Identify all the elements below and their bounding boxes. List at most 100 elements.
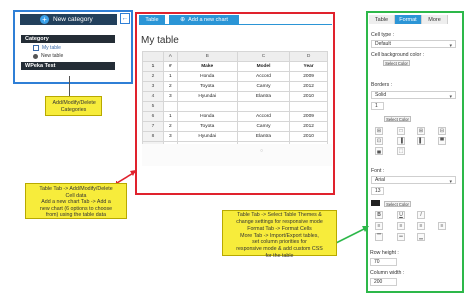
valign-top-icon[interactable]: ▔ bbox=[375, 233, 383, 241]
table-cell[interactable]: 2009 bbox=[289, 111, 328, 122]
table-cell[interactable] bbox=[163, 101, 178, 112]
table-cell[interactable] bbox=[289, 101, 328, 112]
column-width-input[interactable]: 200 bbox=[370, 278, 397, 286]
table-cell[interactable] bbox=[176, 101, 238, 112]
sidebar-item-new-table[interactable]: New table bbox=[33, 52, 103, 60]
border-style-select[interactable]: Solid ▾ bbox=[371, 91, 456, 100]
resize-handle-icon[interactable]: ○ bbox=[260, 148, 265, 154]
table-cell[interactable]: 1 bbox=[163, 71, 178, 82]
tab-add-chart[interactable]: ⊕ Add a new chart bbox=[169, 15, 239, 24]
table-icon bbox=[33, 45, 39, 51]
column-header[interactable]: D bbox=[289, 51, 328, 62]
border-inner-icon[interactable]: ⊞ bbox=[417, 127, 425, 135]
border-none-icon[interactable]: ⬚ bbox=[397, 147, 405, 155]
row-height-input[interactable]: 70 bbox=[370, 258, 397, 266]
table-cell[interactable]: Toyota bbox=[176, 81, 238, 92]
table-cell[interactable]: Year bbox=[289, 61, 328, 72]
table-cell[interactable]: # bbox=[163, 61, 178, 72]
table-cell[interactable]: Honda bbox=[176, 111, 238, 122]
tab-format[interactable]: Format bbox=[395, 15, 422, 24]
table-cell[interactable]: Model bbox=[236, 61, 291, 72]
underline-button[interactable]: U bbox=[397, 211, 405, 219]
table-cell[interactable] bbox=[236, 101, 291, 112]
button-label: Select Color bbox=[385, 60, 408, 66]
note-line: More Tab -> Import/Export tables, bbox=[240, 232, 319, 239]
border-vertical-icon[interactable]: ⊡ bbox=[375, 137, 383, 145]
align-center-icon[interactable]: ≡ bbox=[397, 222, 405, 230]
cell-bg-color-button[interactable]: Select Color bbox=[383, 60, 410, 66]
row-number[interactable]: 7 bbox=[142, 121, 164, 132]
table-cell[interactable]: 3 bbox=[163, 131, 178, 142]
table-cell[interactable]: Toyota bbox=[176, 121, 238, 132]
row-number[interactable]: 6 bbox=[142, 111, 164, 122]
cell-type-select[interactable]: Default ▾ bbox=[371, 40, 456, 49]
border-left-icon[interactable]: ▐ bbox=[397, 137, 405, 145]
border-color-button[interactable]: Select Color bbox=[384, 116, 411, 122]
tab-more[interactable]: More bbox=[422, 15, 448, 24]
wpeka-test-category[interactable]: WPeka Test bbox=[21, 62, 115, 70]
table-cell[interactable]: 1 bbox=[163, 111, 178, 122]
border-width-input[interactable]: 1 bbox=[371, 102, 384, 110]
table-tab-note: Table Tab -> Add/Modify/Delete Cell data… bbox=[25, 183, 127, 219]
note-line: Table Tab -> Add/Modify/Delete bbox=[39, 186, 113, 192]
column-header[interactable]: A bbox=[163, 51, 178, 62]
table-row: 1 # Make Model Year bbox=[142, 61, 328, 72]
spreadsheet[interactable]: A B C D 1 # Make Model Year 2 1 Honda Accord 2009… bbox=[142, 51, 328, 144]
row-number[interactable]: 3 bbox=[142, 81, 164, 92]
italic-button[interactable]: I bbox=[417, 211, 425, 219]
underline-label: U bbox=[399, 212, 403, 218]
table-cell[interactable]: Make bbox=[176, 61, 238, 72]
font-color-button[interactable]: Select Color bbox=[384, 201, 411, 207]
row-number[interactable]: 5 bbox=[142, 101, 164, 112]
table-cell[interactable]: Camry bbox=[236, 81, 291, 92]
table-cell[interactable]: Elantra bbox=[236, 131, 291, 142]
border-bottom-icon[interactable]: ▄ bbox=[375, 147, 383, 155]
table-cell[interactable]: 2012 bbox=[289, 81, 328, 92]
row-number[interactable]: 1 bbox=[142, 61, 164, 72]
font-family-select[interactable]: Arial ▾ bbox=[371, 176, 456, 185]
table-cell[interactable]: 2009 bbox=[289, 71, 328, 82]
table-cell[interactable]: Hyundai bbox=[176, 91, 238, 102]
border-top-icon[interactable]: ▀ bbox=[438, 137, 446, 145]
column-header[interactable]: B bbox=[176, 51, 238, 62]
row-number[interactable]: 2 bbox=[142, 71, 164, 82]
sidebar-item-my-table[interactable]: My table bbox=[33, 44, 103, 52]
valign-middle-icon[interactable]: ═ bbox=[397, 233, 405, 241]
table-cell[interactable]: Accord bbox=[236, 111, 291, 122]
tab-table[interactable]: Table bbox=[139, 15, 165, 24]
column-header[interactable]: C bbox=[236, 51, 291, 62]
table-cell[interactable]: 2 bbox=[163, 81, 178, 92]
border-right-icon[interactable]: ▌ bbox=[417, 137, 425, 145]
align-left-icon[interactable]: ≡ bbox=[375, 222, 383, 230]
border-horizontal-icon[interactable]: ⊟ bbox=[438, 127, 446, 135]
font-size-input[interactable]: 13 bbox=[371, 187, 384, 195]
new-category-button[interactable]: + New category bbox=[20, 14, 117, 25]
chevron-down-icon: ▾ bbox=[449, 94, 452, 100]
table-cell[interactable]: Camry bbox=[236, 121, 291, 132]
note-line: change settings for responsive mode bbox=[236, 218, 323, 225]
table-cell[interactable]: Elantra bbox=[236, 91, 291, 102]
row-number[interactable]: 4 bbox=[142, 91, 164, 102]
table-cell[interactable]: 2010 bbox=[289, 91, 328, 102]
collapse-arrow-icon[interactable]: ← bbox=[120, 13, 130, 24]
align-justify-icon[interactable]: ≡ bbox=[438, 222, 446, 230]
table-cell[interactable]: 3 bbox=[163, 91, 178, 102]
note-line: from) using the table data bbox=[45, 212, 107, 219]
table-cell[interactable]: 2 bbox=[163, 121, 178, 132]
table-cell[interactable]: Accord bbox=[236, 71, 291, 82]
table-cell[interactable]: 2012 bbox=[289, 121, 328, 132]
row-number[interactable]: 8 bbox=[142, 131, 164, 142]
valign-bottom-icon[interactable]: ▁ bbox=[417, 233, 425, 241]
category-header[interactable]: Category bbox=[21, 35, 115, 43]
align-right-icon[interactable]: ≡ bbox=[417, 222, 425, 230]
table-cell[interactable]: 2010 bbox=[289, 131, 328, 142]
border-all-icon[interactable]: ⊞ bbox=[375, 127, 383, 135]
bold-button[interactable]: B bbox=[375, 211, 383, 219]
select-value: Default bbox=[375, 41, 391, 47]
table-cell[interactable]: Honda bbox=[176, 71, 238, 82]
wpeka-test-label: WPeka Test bbox=[25, 63, 56, 69]
border-outer-icon[interactable]: □ bbox=[397, 127, 405, 135]
table-cell[interactable]: Hyundai bbox=[176, 131, 238, 142]
font-color-swatch[interactable] bbox=[371, 200, 380, 206]
tab-table-settings[interactable]: Table bbox=[369, 15, 395, 24]
